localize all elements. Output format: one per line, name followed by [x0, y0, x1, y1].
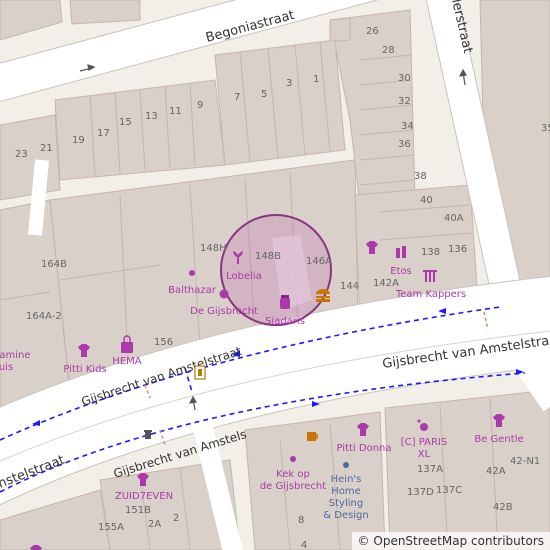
deli-icon[interactable] — [280, 295, 290, 309]
house-number: 138 — [421, 247, 440, 258]
house-number: 26 — [366, 26, 379, 37]
poi-label-kek-2: de Gijsbrecht — [260, 481, 326, 492]
house-number: 13 — [145, 111, 158, 122]
house-number: 9 — [197, 100, 203, 111]
house-number: 148B — [255, 251, 281, 262]
building — [69, 0, 141, 25]
poi-label-be-gentle: Be Gentle — [474, 434, 523, 445]
poi-label-heins-4: & Design — [323, 510, 369, 521]
hairdresser-icon[interactable] — [423, 270, 437, 282]
house-number: 4 — [301, 540, 307, 550]
map-view[interactable]: Begoniastraat lerstraat Gijsbrecht van A… — [0, 0, 550, 550]
house-number: 40 — [420, 195, 433, 206]
house-number: 137D — [407, 487, 434, 498]
building — [329, 17, 351, 43]
house-number: 7 — [234, 92, 240, 103]
house-number: 23 — [15, 149, 28, 160]
osm-contributors-link[interactable]: OpenStreetMap contributors — [373, 534, 544, 548]
poi-label-de-gijsbrecht: De Gijsbrecht — [190, 306, 258, 317]
house-number: 144 — [340, 281, 359, 292]
house-number: 151B — [125, 505, 151, 516]
house-number: 155A — [98, 522, 124, 533]
house-number: 3 — [286, 78, 292, 89]
house-number: 164B — [41, 259, 67, 270]
map-canvas[interactable]: Begoniastraat lerstraat Gijsbrecht van A… — [0, 0, 550, 550]
house-number: 36 — [398, 139, 411, 150]
house-number: 21 — [40, 143, 53, 154]
shop-dot-icon[interactable] — [290, 456, 296, 462]
poi-label-zuid7even: ZUID7EVEN — [115, 491, 173, 502]
poi-label-vitamine: tamine — [0, 350, 31, 361]
building-block — [384, 389, 550, 550]
interior-shop-icon[interactable] — [343, 462, 349, 468]
poi-label-hema: HEMA — [112, 356, 141, 367]
house-number: 148H — [200, 243, 227, 254]
house-number: 15 — [119, 117, 132, 128]
poi-label-heins: Hein's — [331, 474, 362, 485]
house-number: 156 — [154, 337, 173, 348]
house-number: 8 — [298, 515, 304, 526]
bus-stop-icon[interactable] — [194, 365, 206, 380]
house-number: 11 — [169, 106, 182, 117]
house-number: 136 — [448, 244, 467, 255]
poi-label-siadaris: Siadaris — [265, 316, 305, 327]
house-number: 34 — [401, 121, 414, 132]
house-number: 142A — [373, 278, 399, 289]
poi-label-pitti-donna: Pitti Donna — [336, 443, 391, 454]
house-number: 35 — [541, 123, 550, 134]
house-number: 28 — [382, 45, 395, 56]
house-number: 1 — [313, 74, 319, 85]
house-number: 5 — [261, 89, 267, 100]
house-number: 2A — [148, 519, 161, 530]
poi-label-lobelia: Lobelia — [226, 271, 262, 282]
house-number: 42B — [493, 502, 513, 513]
attribution: © OpenStreetMap contributors — [351, 532, 550, 550]
poi-label-balthazar: Balthazar — [168, 285, 217, 296]
waste-basket-icon — [144, 430, 152, 439]
house-number: 146A — [306, 256, 332, 267]
copyright-symbol: © — [357, 534, 370, 548]
house-number: 164A-2 — [26, 311, 62, 322]
building-block — [0, 114, 61, 201]
house-number: 137A — [417, 464, 443, 475]
house-number: 17 — [97, 128, 110, 139]
poi-label-team-kappers: Team Kappers — [395, 289, 466, 300]
house-number: 40A — [444, 213, 464, 224]
poi-label-vitamine-2: uis — [0, 362, 13, 373]
house-number: 137C — [436, 485, 462, 496]
poi-label-etos: Etos — [390, 266, 412, 277]
house-number: 42A — [486, 466, 506, 477]
poi-label-ic-paris: [C] PARIS — [401, 437, 447, 448]
poi-label-heins-3: Styling — [329, 498, 363, 509]
poi-label-ic-paris-2: XL — [418, 449, 431, 460]
house-number: 38 — [414, 171, 427, 182]
poi-label-pitti-kids: Pitti Kids — [63, 364, 106, 375]
house-number: 19 — [72, 135, 85, 146]
poi-label-kek: Kek op — [276, 469, 310, 480]
cafe-icon[interactable] — [307, 432, 319, 441]
poi-label-heins-2: Home — [331, 486, 361, 497]
greengrocer-icon[interactable] — [219, 289, 229, 299]
house-number: 42-N1 — [510, 456, 540, 467]
shop-dot-icon[interactable] — [189, 270, 195, 276]
house-number: 32 — [398, 96, 411, 107]
house-number: 30 — [398, 73, 411, 84]
house-number: 2 — [173, 513, 179, 524]
